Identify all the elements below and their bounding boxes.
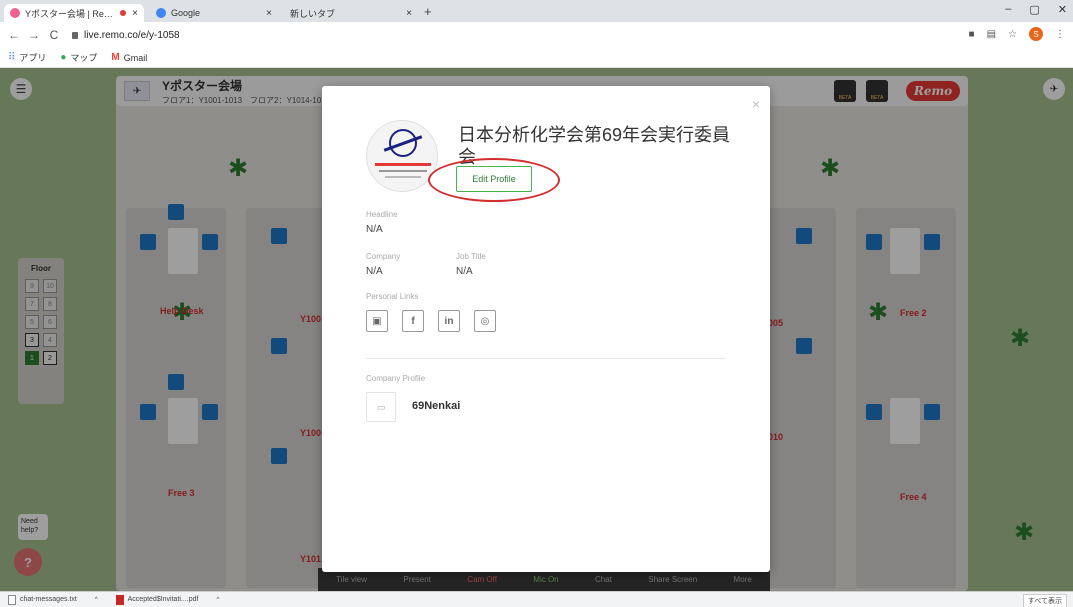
tab-close-icon[interactable]: × [266,8,272,19]
address-bar: ← → C live.remo.co/e/y-1058 ■ ▤ ☆ S ⋮ [0,22,1073,48]
close-window-button[interactable]: ✕ [1058,3,1067,16]
company-profile-label: Company Profile [366,374,426,383]
job-title-label: Job Title [456,252,486,261]
tab-close-icon[interactable]: × [406,8,412,19]
download-filename: chat-messages.txt [20,596,77,603]
translate-icon[interactable]: ▤ [987,29,996,40]
text-file-icon [8,594,16,605]
profile-modal: × 日本分析化学会第69年会実行委員会 Edit Profile Headlin… [322,86,770,572]
tab-label: Google [171,8,201,18]
bookmark-label: アプリ [19,53,47,63]
back-arrow-icon[interactable]: ← [6,28,22,42]
tab-label: 新しいタブ [290,8,336,19]
forward-arrow-icon[interactable]: → [26,28,42,42]
new-tab-button[interactable]: + [424,4,432,19]
url-text: live.remo.co/e/y-1058 [84,29,180,41]
profile-avatar[interactable]: S [1029,27,1043,41]
show-all-downloads-button[interactable]: すべて表示 [1022,594,1067,607]
headline-value: N/A [366,224,383,235]
minimize-button[interactable]: – [1005,3,1011,16]
lock-icon [72,31,78,39]
bookmark-label: マップ [70,53,98,63]
avatar-graphic [379,170,427,172]
personal-links: ▣ f in ◎ [366,310,496,332]
bookmark-apps[interactable]: ⠿ アプリ [8,51,46,64]
maximize-button[interactable]: ▢ [1029,3,1039,16]
download-item[interactable]: Accepted$Invitati....pdf ^ [115,594,219,605]
company-logo-placeholder-icon: ▭ [366,392,396,422]
window-controls: – ▢ ✕ [1005,3,1067,16]
avatar-graphic [375,163,431,166]
linkedin-icon[interactable]: in [438,310,460,332]
browser-tab-bar: Yポスター会場 | Remo Confere × Google × 新しいタブ … [0,0,1073,22]
bookmark-star-icon[interactable]: ☆ [1008,29,1017,40]
menu-kebab-icon[interactable]: ⋮ [1055,29,1065,40]
recording-dot-icon [120,10,127,16]
society-emblem-icon [389,129,417,157]
annotation-highlight-ring [428,158,560,202]
camera-indicator-icon[interactable]: ■ [969,29,975,40]
tab-close-icon[interactable]: × [132,8,138,19]
company-profile-name[interactable]: 69Nenkai [412,400,460,412]
avatar-graphic [385,176,421,178]
url-field[interactable]: live.remo.co/e/y-1058 [72,30,180,41]
company-value: N/A [366,266,383,277]
bookmark-label: Gmail [123,52,148,63]
gmail-icon: M [111,52,120,63]
company-label: Company [366,252,401,261]
address-bar-actions: ■ ▤ ☆ S ⋮ [969,27,1065,41]
apps-grid-icon: ⠿ [8,52,16,63]
chevron-up-icon[interactable]: ^ [216,597,219,603]
google-favicon-icon [156,8,166,18]
maps-pin-icon: ● [60,52,67,63]
tab-remo[interactable]: Yポスター会場 | Remo Confere × [4,4,144,22]
tab-google[interactable]: Google × [150,4,278,22]
reload-icon[interactable]: C [46,28,62,42]
download-filename: Accepted$Invitati....pdf [127,596,199,603]
headline-label: Headline [366,210,398,219]
bookmark-maps[interactable]: ● マップ [60,51,97,64]
downloads-bar: chat-messages.txt ^ Accepted$Invitati...… [0,591,1073,607]
calendar-icon[interactable]: ▣ [366,310,388,332]
divider [366,358,726,359]
pdf-file-icon [115,594,124,605]
close-icon[interactable]: × [752,96,760,112]
tab-label: Yポスター会場 | Remo Confere [25,8,116,19]
tab-new[interactable]: 新しいタブ × [284,4,418,22]
facebook-icon[interactable]: f [402,310,424,332]
job-title-value: N/A [456,266,473,277]
chevron-up-icon[interactable]: ^ [95,597,98,603]
bookmark-gmail[interactable]: M Gmail [111,52,147,63]
download-item[interactable]: chat-messages.txt ^ [8,594,98,605]
personal-links-label: Personal Links [366,292,419,301]
bookmarks-bar: ⠿ アプリ ● マップ M Gmail [0,48,1073,68]
globe-icon[interactable]: ◎ [474,310,496,332]
remo-favicon-icon [10,8,20,18]
